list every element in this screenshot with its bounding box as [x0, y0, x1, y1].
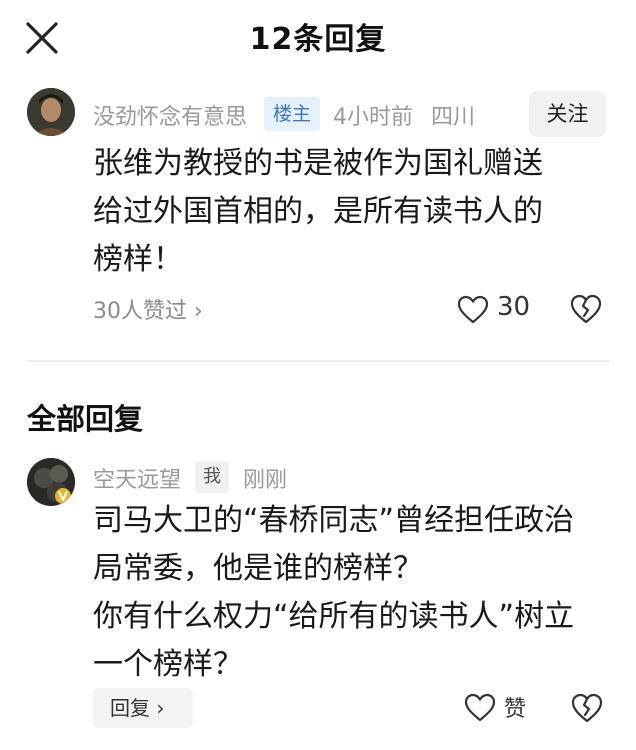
comment-line: 给过外国首相的，是所有读书人的	[93, 194, 543, 229]
reply-line: 司马大卫的“春桥同志”曾经担任政治	[93, 503, 575, 538]
reply-line: 你有什么权力“给所有的读书人”树立	[93, 599, 575, 634]
avatar[interactable]	[27, 88, 75, 136]
username[interactable]: 没劲怀念有意思	[93, 99, 247, 131]
dislike-button[interactable]	[569, 293, 603, 325]
reply-line: 一个榜样？	[93, 647, 243, 682]
avatar-image	[27, 88, 75, 136]
comment-line: 榜样！	[93, 242, 183, 277]
region-label: 四川	[431, 105, 476, 130]
dislike-button[interactable]	[570, 692, 604, 724]
likers-link[interactable]: 30人赞过 ›	[93, 293, 203, 325]
avatar[interactable]	[27, 458, 75, 506]
comment-text: 张维为教授的书是被作为国礼赠送 给过外国首相的，是所有读书人的 榜样！	[93, 140, 593, 284]
reply-button[interactable]: 回复 ›	[93, 688, 193, 728]
heart-outline-icon	[464, 693, 496, 722]
comment-line: 张维为教授的书是被作为国礼赠送	[93, 146, 543, 181]
broken-heart-icon	[571, 693, 603, 723]
timestamp: 刚刚	[243, 468, 288, 493]
reply-text: 司马大卫的“春桥同志”曾经担任政治 局常委，他是谁的榜样？ 你有什么权力“给所有…	[93, 497, 613, 689]
like-label[interactable]: 赞	[504, 691, 526, 723]
like-button[interactable]	[464, 693, 496, 723]
heart-outline-icon	[457, 295, 489, 324]
section-title: 全部回复	[27, 402, 144, 436]
avatar-image	[27, 458, 75, 506]
timestamp: 4小时前	[333, 105, 413, 130]
reply-button-label: 回复 ›	[110, 696, 165, 720]
reply-line: 局常委，他是谁的榜样？	[93, 551, 423, 586]
me-badge: 我	[195, 461, 229, 493]
broken-heart-icon	[570, 294, 602, 324]
follow-button[interactable]: 关注	[529, 91, 606, 137]
like-button[interactable]	[457, 295, 489, 325]
op-badge: 楼主	[264, 97, 320, 131]
like-count: 30	[497, 292, 531, 322]
divider	[27, 360, 609, 362]
page-title: 12条回复	[249, 22, 387, 57]
username[interactable]: 空天远望	[93, 462, 181, 494]
